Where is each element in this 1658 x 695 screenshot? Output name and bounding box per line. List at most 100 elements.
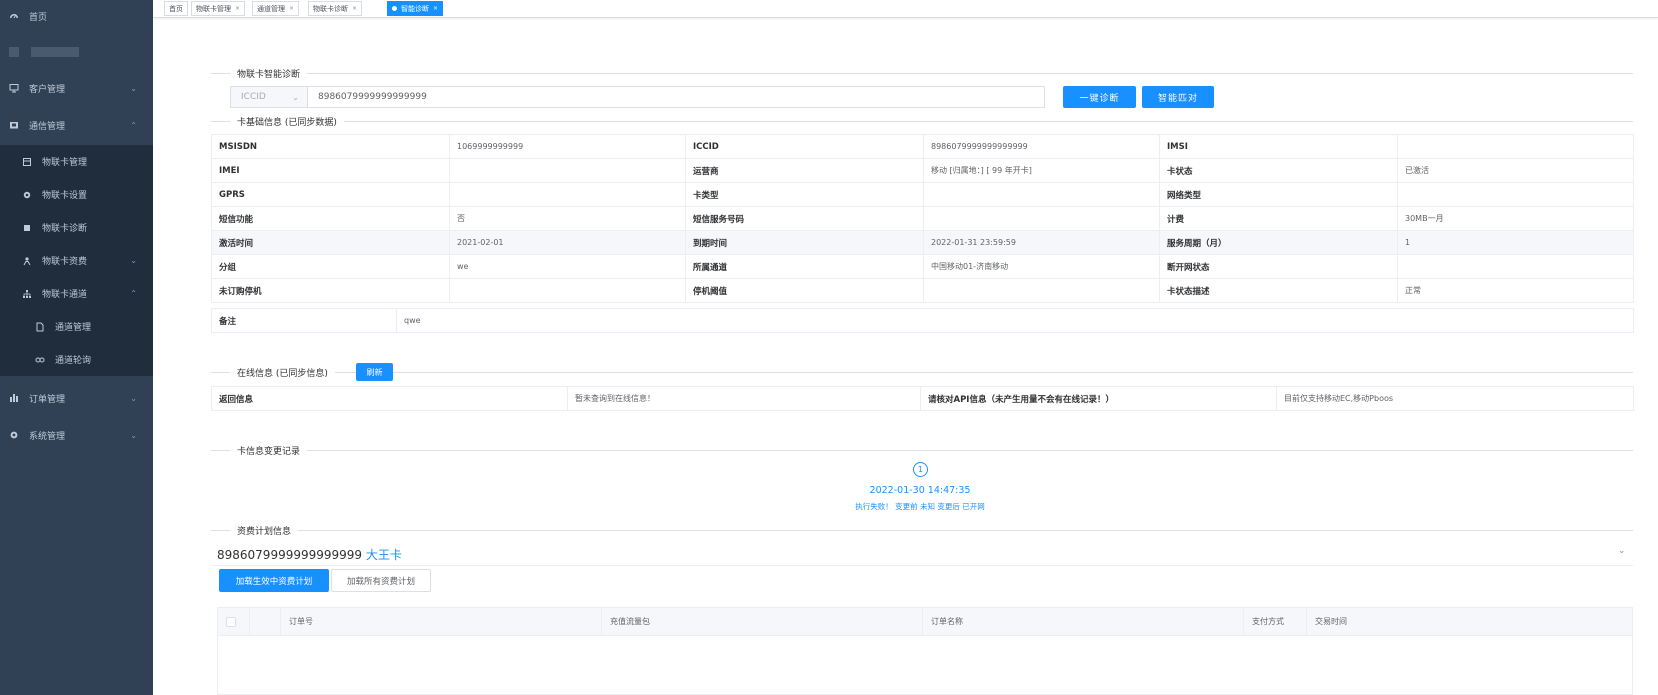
info-value: 中国移动01-济南移动 [923,254,1160,279]
info-label: 短信功能 [211,206,450,231]
chevron-down-icon[interactable]: ⌄ [1618,546,1626,556]
sidebar-item-label: 物联卡管理 [42,158,88,168]
sidebar-item-label: 物联卡资费 [42,257,88,267]
tab-channel-mgmt[interactable]: 通道管理 × [252,1,300,16]
sidebar-item-label: 订单管理 [29,394,66,405]
info-value [1397,182,1634,207]
sidebar-item-label: 客户管理 [29,84,66,95]
search-type-select[interactable]: ICCID ⌄ [230,86,308,108]
info-label: 运营商 [685,158,924,183]
close-icon[interactable]: × [433,5,438,12]
info-value: 否 [449,206,686,231]
info-value [1397,254,1634,279]
info-label: 卡类型 [685,182,924,207]
checkbox-icon[interactable] [226,616,236,627]
tab-home[interactable]: 首页 [164,1,188,16]
sidebar-item-home[interactable]: 首页 [0,1,153,31]
col-header-time: 交易时间 [1315,617,1347,626]
section-divider [211,73,1633,74]
timeline-time: 2022-01-30 14:47:35 [869,485,971,496]
chip-icon [22,223,32,233]
select-value: ICCID [241,92,266,102]
info-row-gprs: GPRS 卡类型 网络类型 [211,182,1634,207]
sidebar-item-user[interactable] [0,37,153,67]
bar-chart-icon [9,393,19,403]
sidebar-item-label: 通道轮询 [55,356,92,366]
sidebar-item-label: 物联卡诊断 [42,224,88,234]
info-value: 2021-02-01 [449,230,686,255]
chevron-up-icon: ⌃ [130,120,137,130]
info-value: 移动 [归属地：] [ 99 年开卡] [923,158,1160,183]
gear-icon [9,430,19,440]
section-title-basic: 卡基础信息 (已同步数据) [230,115,344,128]
dashboard-icon [9,11,19,21]
load-all-plans-button[interactable]: 加载所有资费计划 [331,569,431,592]
info-value: 1069999999999 [449,134,686,159]
info-value [449,182,686,207]
smart-match-button[interactable]: 智能匹对 [1142,86,1214,108]
iccid-input-value: 8986079999999999999 [318,92,427,102]
info-label: 计费 [1159,206,1398,231]
info-row-group: 分组 we 所属通道 中国移动01-济南移动 断开网状态 [211,254,1634,279]
info-value: 30MB一月 [1397,206,1634,231]
info-label: GPRS [211,182,450,207]
sidebar-item-label: 系统管理 [29,431,66,442]
info-row-activation: 激活时间 2021-02-01 到期时间 2022-01-31 23:59:59 服务周… [211,230,1634,255]
one-click-diagnose-button[interactable]: 一键诊断 [1063,86,1136,108]
online-info-table: 返回信息 暂未查询到在线信息！ 请核对API信息（未产生用量不会有在线记录！） … [211,386,1634,411]
close-icon[interactable]: × [289,5,294,12]
active-dot-icon [392,6,397,11]
info-value: 1 [1397,230,1634,255]
info-label: MSISDN [211,134,450,159]
tab-smart-diagnose[interactable]: 智能诊断 × [387,1,444,16]
sidebar-item-customers[interactable]: 客户管理 ⌄ [0,73,153,103]
sidebar-item-card-diagnose[interactable]: 物联卡诊断 [0,211,153,244]
online-value-support: 目前仅支持移动EC,移动Pboos [1276,386,1634,411]
close-icon[interactable]: × [235,5,240,12]
tab-label: 物联卡管理 [196,4,231,13]
sidebar-item-label: 通信管理 [29,121,66,132]
info-row-sms: 短信功能否短信服务号码 计费 30MB一月 [211,206,1634,231]
sidebar-item-card-settings[interactable]: 物联卡设置 [0,178,153,211]
sidebar-item-label: 通道管理 [55,323,92,333]
sidebar-item-label: 首页 [29,12,48,23]
sidebar-item-system[interactable]: 系统管理 ⌄ [0,420,153,450]
section-divider [211,121,1633,122]
chevron-down-icon: ⌄ [292,92,299,102]
sidebar-item-channel-poll[interactable]: 通道轮询 [0,343,153,376]
link-icon [35,355,45,365]
chevron-down-icon: ⌄ [130,83,137,93]
sidebar-item-channel-mgmt[interactable]: 通道管理 [0,310,153,343]
section-divider [211,372,1633,373]
sidebar-item-comm[interactable]: 通信管理 ⌃ [0,110,153,140]
tab-card-diagnose[interactable]: 物联卡诊断 × [308,1,363,16]
timeline-desc: 执行失败！ 变更前 未知 变更后 已开网 [855,502,985,511]
select-all-cell[interactable] [218,608,250,636]
plan-card-title: 8986079999999999999 大王卡 [217,546,402,563]
sidebar-item-card-tariff[interactable]: 物联卡资费 ⌄ [0,244,153,277]
tab-card-mgmt[interactable]: 物联卡管理 × [191,1,246,16]
user-icon [22,256,32,266]
sidebar-item-orders[interactable]: 订单管理 ⌄ [0,383,153,413]
list-icon [22,157,32,167]
sidebar-item-card-mgmt[interactable]: 物联卡管理 [0,145,153,178]
iccid-input[interactable]: 8986079999999999999 [307,86,1045,108]
online-value-return: 暂未查询到在线信息！ [567,386,921,411]
section-title-changes: 卡信息变更记录 [230,444,308,457]
info-value [1397,134,1634,159]
info-label: 卡状态描述 [1159,278,1398,303]
sidebar-item-card-channel[interactable]: 物联卡通道 ⌃ [0,277,153,310]
plan-name: 大王卡 [365,548,402,562]
tab-label: 智能诊断 [401,4,429,13]
load-active-plans-button[interactable]: 加载生效中资费计划 [219,569,329,592]
expand-col-header [250,608,281,636]
col-header-package: 充值流量包 [602,608,923,636]
info-label: IMEI [211,158,450,183]
col-header-order-no: 订单号 [281,608,602,636]
info-value: 已激活 [1397,158,1634,183]
close-icon[interactable]: × [352,5,357,12]
refresh-button[interactable]: 刷新 [356,363,393,381]
info-value [923,206,1160,231]
redacted-username [31,47,79,57]
plan-iccid: 8986079999999999999 [217,548,363,562]
